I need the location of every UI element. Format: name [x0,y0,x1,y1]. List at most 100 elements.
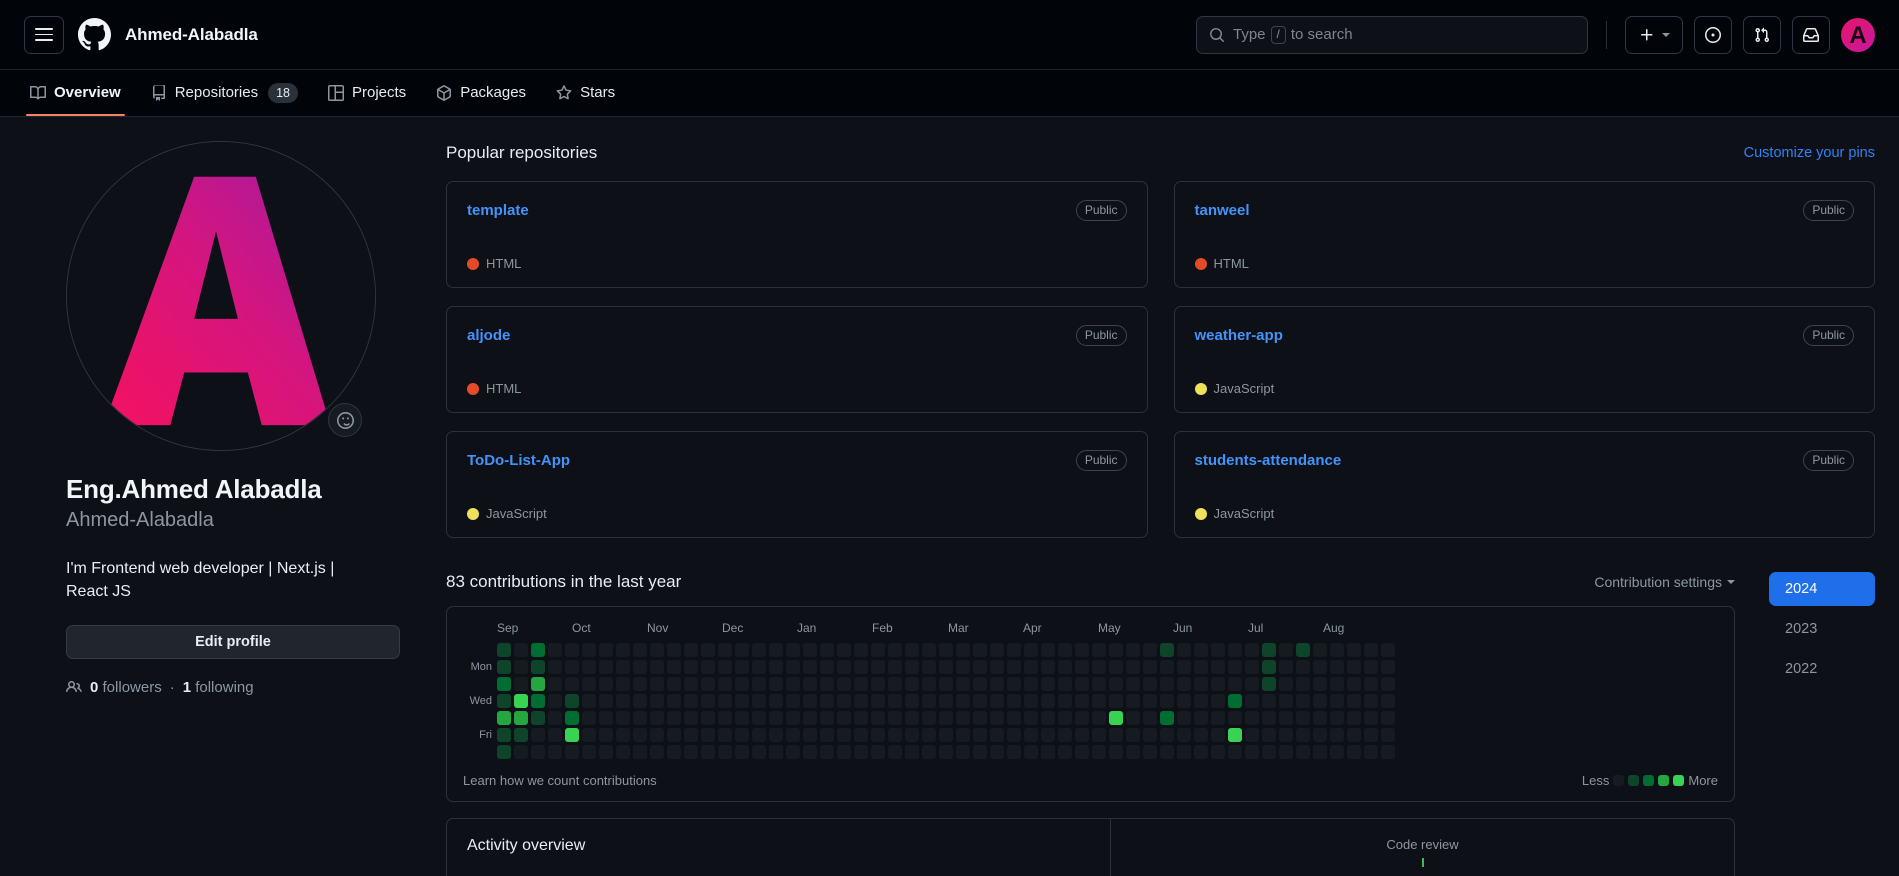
contribution-cell[interactable] [1245,728,1259,742]
contribution-cell[interactable] [888,694,902,708]
contribution-cell[interactable] [1211,711,1225,725]
contribution-cell[interactable] [1075,694,1089,708]
contribution-cell[interactable] [548,745,562,759]
repo-name-link[interactable]: ToDo-List-App [467,452,570,469]
github-mark-icon[interactable] [78,18,111,51]
contribution-cell[interactable] [1058,694,1072,708]
contribution-cell[interactable] [973,745,987,759]
contribution-cell[interactable] [633,711,647,725]
contribution-cell[interactable] [1058,728,1072,742]
contribution-cell[interactable] [1075,643,1089,657]
contribution-cell[interactable] [922,643,936,657]
contribution-cell[interactable] [803,711,817,725]
contribution-cell[interactable] [1262,694,1276,708]
contribution-cell[interactable] [1058,660,1072,674]
contribution-cell[interactable] [1381,660,1395,674]
contribution-cell[interactable] [803,694,817,708]
contribution-cell[interactable] [701,660,715,674]
contribution-cell[interactable] [1296,677,1310,691]
repo-name-link[interactable]: tanweel [1195,202,1250,219]
contribution-cell[interactable] [1279,711,1293,725]
contribution-cell[interactable] [531,643,545,657]
contribution-cell[interactable] [616,728,630,742]
year-button-2022[interactable]: 2022 [1769,652,1875,686]
contribution-cell[interactable] [1109,745,1123,759]
contribution-cell[interactable] [820,694,834,708]
contribution-cell[interactable] [888,728,902,742]
contribution-cell[interactable] [1313,694,1327,708]
contribution-cell[interactable] [599,745,613,759]
contribution-cell[interactable] [1160,660,1174,674]
contribution-cell[interactable] [1313,745,1327,759]
repo-card[interactable]: aljode Public HTML [446,306,1148,413]
contribution-cell[interactable] [1211,660,1225,674]
contribution-cell[interactable] [735,745,749,759]
repo-card[interactable]: template Public HTML [446,181,1148,288]
contribution-cell[interactable] [1126,711,1140,725]
repo-card[interactable]: ToDo-List-App Public JavaScript [446,431,1148,538]
contribution-cell[interactable] [701,728,715,742]
contribution-cell[interactable] [667,711,681,725]
contribution-cell[interactable] [582,694,596,708]
contribution-cell[interactable] [1126,677,1140,691]
contribution-cell[interactable] [973,694,987,708]
contribution-cell[interactable] [701,643,715,657]
contribution-cell[interactable] [905,745,919,759]
contribution-cell[interactable] [990,711,1004,725]
repo-card[interactable]: weather-app Public JavaScript [1173,306,1875,413]
contribution-cell[interactable] [820,711,834,725]
contribution-cell[interactable] [922,728,936,742]
contribution-cell[interactable] [565,711,579,725]
contribution-cell[interactable] [1177,745,1191,759]
contribution-cell[interactable] [1041,728,1055,742]
contribution-cell[interactable] [854,745,868,759]
contribution-cell[interactable] [1075,660,1089,674]
contribution-cell[interactable] [871,660,885,674]
contribution-cell[interactable] [1194,677,1208,691]
contribution-cell[interactable] [1160,711,1174,725]
tab-repositories[interactable]: Repositories 18 [139,70,310,116]
contribution-cell[interactable] [1347,677,1361,691]
contribution-cell[interactable] [735,660,749,674]
contribution-cell[interactable] [1296,660,1310,674]
contribution-cell[interactable] [1075,728,1089,742]
contribution-cell[interactable] [718,728,732,742]
contribution-cell[interactable] [973,643,987,657]
contribution-cell[interactable] [1160,643,1174,657]
contribution-cell[interactable] [497,711,511,725]
contribution-cell[interactable] [837,677,851,691]
contribution-cell[interactable] [1177,677,1191,691]
repo-name-link[interactable]: weather-app [1195,327,1283,344]
contribution-cell[interactable] [565,660,579,674]
contribution-cell[interactable] [1143,660,1157,674]
contribution-cell[interactable] [565,677,579,691]
contribution-cell[interactable] [1279,660,1293,674]
contribution-cell[interactable] [531,660,545,674]
contribution-cell[interactable] [718,694,732,708]
contribution-cell[interactable] [582,711,596,725]
contribution-cell[interactable] [667,643,681,657]
contribution-cell[interactable] [769,728,783,742]
contribution-cell[interactable] [1160,677,1174,691]
contribution-cell[interactable] [1126,694,1140,708]
contribution-cell[interactable] [956,660,970,674]
contribution-cell[interactable] [922,745,936,759]
contribution-cell[interactable] [1364,643,1378,657]
contribution-cell[interactable] [769,660,783,674]
repo-card[interactable]: tanweel Public HTML [1173,181,1875,288]
contribution-cell[interactable] [1126,643,1140,657]
contribution-cell[interactable] [735,677,749,691]
create-new-button[interactable] [1625,15,1683,54]
contribution-cell[interactable] [1211,643,1225,657]
avatar[interactable] [1841,17,1875,52]
contribution-cell[interactable] [1313,643,1327,657]
tab-packages[interactable]: Packages [424,70,538,116]
contribution-cell[interactable] [939,694,953,708]
contribution-cell[interactable] [854,643,868,657]
hamburger-icon[interactable] [24,15,64,54]
year-button-2024[interactable]: 2024 [1769,572,1875,606]
contribution-cell[interactable] [1313,711,1327,725]
contribution-cell[interactable] [854,660,868,674]
contribution-cell[interactable] [497,728,511,742]
contribution-cell[interactable] [1330,677,1344,691]
